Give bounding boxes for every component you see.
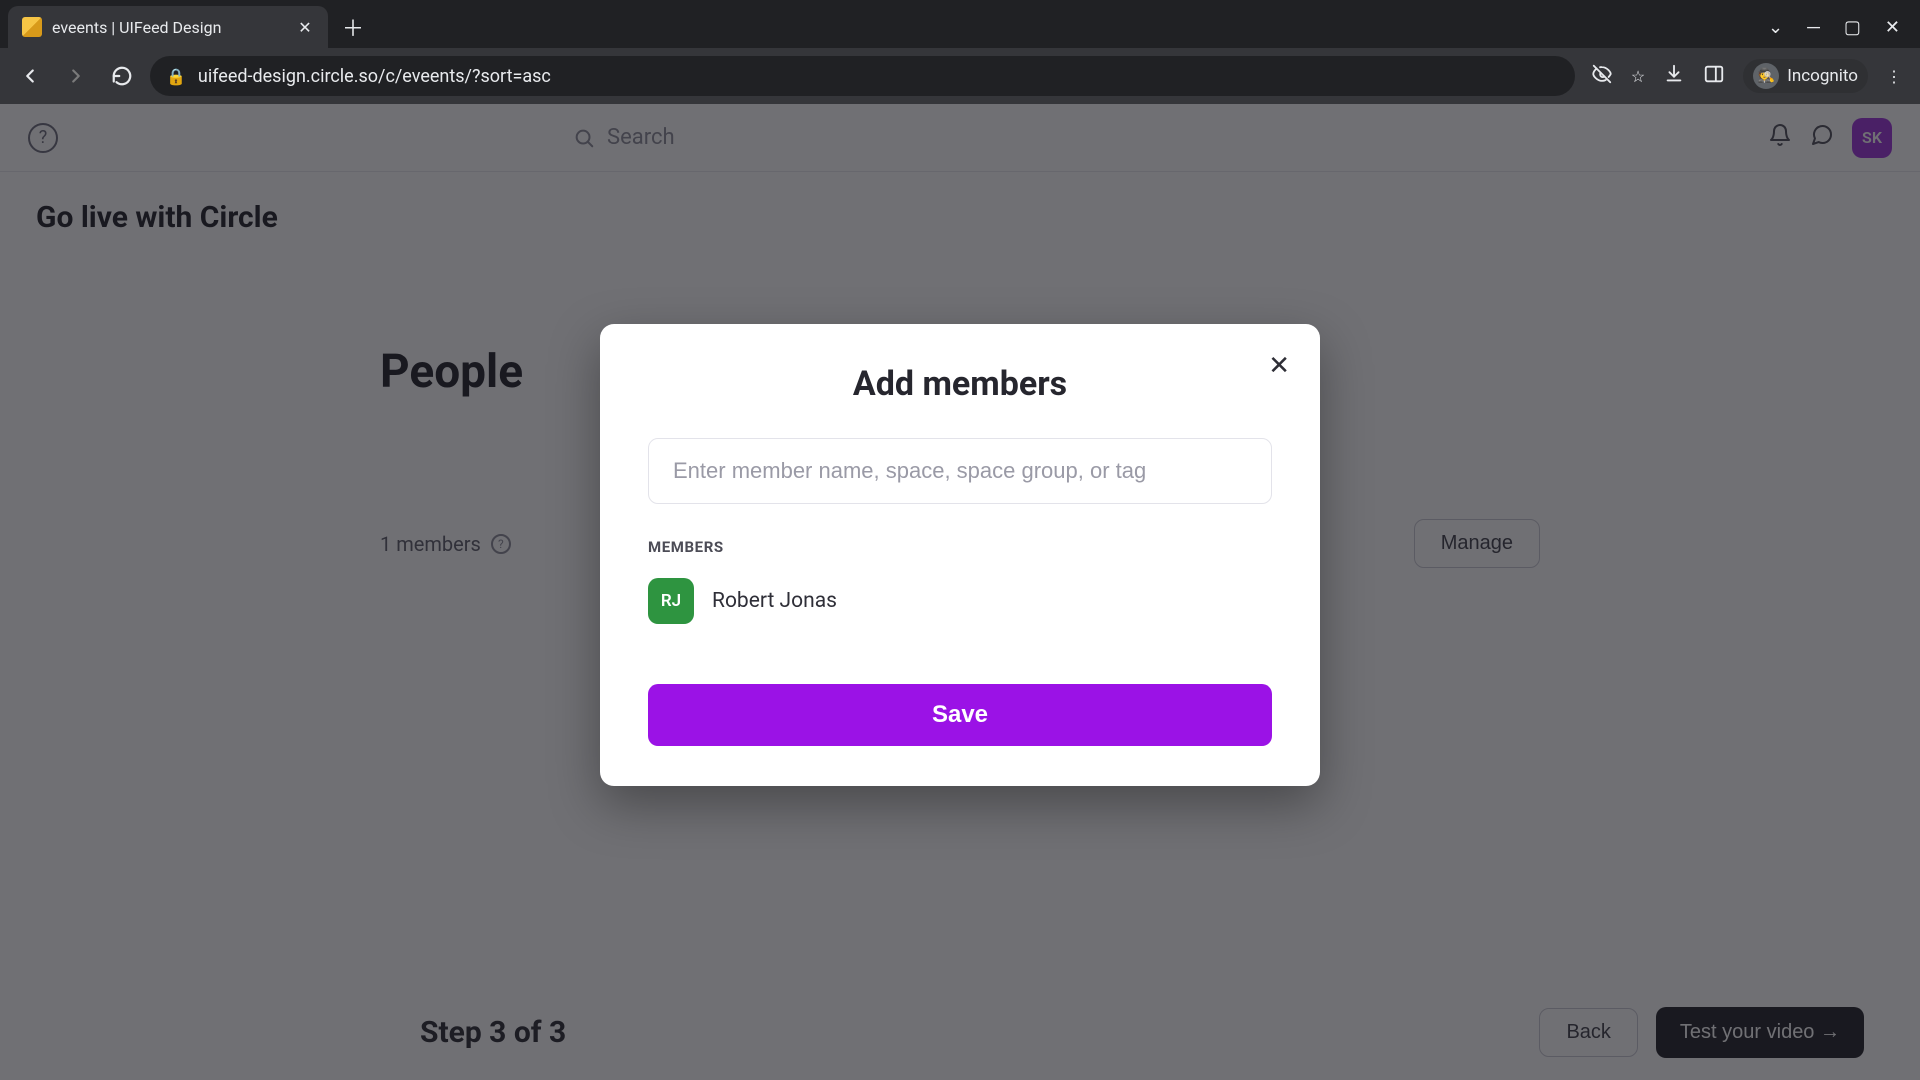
favicon-icon [22,17,42,37]
nav-back-icon[interactable] [12,58,48,94]
url-field[interactable]: 🔒 uifeed-design.circle.so/c/eveents/?sor… [150,56,1575,96]
tabs-dropdown-icon[interactable]: ⌄ [1768,17,1783,38]
browser-tab[interactable]: eveents | UIFeed Design ✕ [8,6,328,48]
bookmark-star-icon[interactable]: ☆ [1631,67,1645,86]
window-controls: ⌄ ─ ▢ ✕ [1768,6,1920,48]
window-close-icon[interactable]: ✕ [1885,17,1900,38]
window-minimize-icon[interactable]: ─ [1807,17,1820,38]
kebab-menu-icon[interactable]: ⋮ [1886,67,1902,86]
incognito-label: Incognito [1787,66,1858,86]
address-bar: 🔒 uifeed-design.circle.so/c/eveents/?sor… [0,48,1920,104]
member-avatar: RJ [648,578,694,624]
member-name: Robert Jonas [712,589,837,613]
add-members-modal: ✕ Add members MEMBERS RJ Robert Jonas Sav… [600,324,1320,786]
window-maximize-icon[interactable]: ▢ [1844,17,1861,38]
new-tab-button[interactable]: ＋ [336,10,370,44]
save-button[interactable]: Save [648,684,1272,746]
url-text: uifeed-design.circle.so/c/eveents/?sort=… [198,66,551,87]
members-section-label: MEMBERS [648,538,1272,556]
incognito-icon: 🕵️ [1753,63,1779,89]
nav-forward-icon [58,58,94,94]
tab-strip: eveents | UIFeed Design ✕ ＋ ⌄ ─ ▢ ✕ [0,0,1920,48]
download-icon[interactable] [1663,63,1685,89]
tab-title: eveents | UIFeed Design [52,18,286,37]
modal-title: Add members [648,364,1272,404]
lock-icon: 🔒 [166,67,186,86]
eye-off-icon[interactable] [1591,63,1613,89]
member-row[interactable]: RJ Robert Jonas [648,574,1272,628]
address-actions: ☆ 🕵️ Incognito ⋮ [1585,59,1908,93]
side-panel-icon[interactable] [1703,63,1725,89]
modal-close-button[interactable]: ✕ [1268,350,1290,381]
nav-reload-icon[interactable] [104,58,140,94]
incognito-badge[interactable]: 🕵️ Incognito [1743,59,1868,93]
member-search-input[interactable] [648,438,1272,504]
tab-close-icon[interactable]: ✕ [296,18,314,36]
